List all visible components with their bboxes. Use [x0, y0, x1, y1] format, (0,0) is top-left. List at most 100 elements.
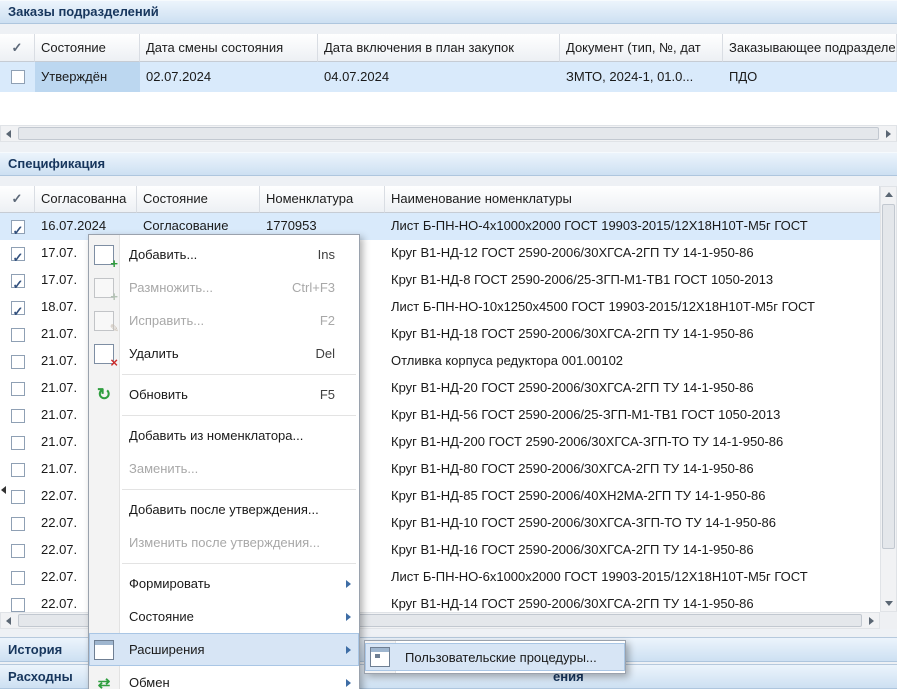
menu-item-добавить-после-утверждения-[interactable]: Добавить после утверждения... [89, 493, 359, 526]
scroll-right-icon[interactable] [881, 126, 896, 141]
history-pane-title: История [8, 642, 62, 657]
submenu-arrow-icon [346, 646, 351, 654]
submenu-arrow-icon [346, 613, 351, 621]
orders-row-checkbox[interactable] [11, 70, 25, 84]
row-checkbox[interactable] [11, 355, 25, 369]
scrollbar-thumb[interactable] [18, 127, 879, 140]
row-checkbox[interactable] [11, 436, 25, 450]
row-checkbox[interactable] [11, 301, 25, 315]
row-checkbox[interactable] [11, 328, 25, 342]
orders-column-document[interactable]: Документ (тип, №, дат [560, 34, 723, 62]
context-menu: Добавить... Ins Размножить... Ctrl+F3 Ис… [88, 234, 360, 689]
submenu-arrow-icon [346, 580, 351, 588]
row-checkbox-cell [0, 537, 35, 564]
cell-name: Круг В1-НД-12 ГОСТ 2590-2006/30ХГСА-2ГП … [385, 240, 880, 267]
menu-item-добавить-из-номенклатора-[interactable]: Добавить из номенклатора... [89, 419, 359, 452]
orders-cell-department: ПДО [723, 62, 897, 92]
scrollbar-thumb[interactable] [882, 204, 895, 549]
scroll-down-icon[interactable] [881, 596, 896, 611]
orders-cell-plan-date: 04.07.2024 [318, 62, 560, 92]
orders-cell-state: Утверждён [35, 62, 140, 92]
menu-separator [122, 415, 356, 416]
menu-separator [122, 563, 356, 564]
delete-document-icon [94, 344, 114, 364]
check-column-icon: ✓ [12, 191, 23, 206]
scroll-left-icon[interactable] [1, 126, 16, 141]
row-checkbox[interactable] [11, 490, 25, 504]
orders-cell-document: ЗМТО, 2024-1, 01.0... [560, 62, 723, 92]
row-checkbox[interactable] [11, 274, 25, 288]
menu-item-добавить-[interactable]: Добавить... Ins [89, 238, 359, 271]
cell-name: Лист Б-ПН-НО-6х1000х2000 ГОСТ 19903-2015… [385, 564, 880, 591]
cell-name: Круг В1-НД-14 ГОСТ 2590-2006/30ХГСА-2ГП … [385, 591, 880, 612]
orders-column-plan-date[interactable]: Дата включения в план закупок [318, 34, 560, 62]
cell-name: Круг В1-НД-10 ГОСТ 2590-2006/30ХГСА-ЗГП-… [385, 510, 880, 537]
scrollbar-corner [880, 612, 897, 629]
cell-name: Круг В1-НД-85 ГОСТ 2590-2006/40ХН2МА-2ГП… [385, 483, 880, 510]
cell-name: Круг В1-НД-18 ГОСТ 2590-2006/30ХГСА-2ГП … [385, 321, 880, 348]
spec-vertical-scrollbar[interactable] [880, 186, 897, 612]
row-checkbox-cell [0, 348, 35, 375]
row-checkbox-cell [0, 267, 35, 294]
orders-table-header: ✓ Состояние Дата смены состояния Дата вк… [0, 34, 897, 62]
menu-item-изменить-после-утверждения-: Изменить после утверждения... [89, 526, 359, 559]
orders-column-department[interactable]: Заказывающее подразделе [723, 34, 897, 62]
scroll-right-icon[interactable] [864, 613, 879, 628]
row-checkbox[interactable] [11, 463, 25, 477]
row-checkbox[interactable] [11, 382, 25, 396]
row-checkbox-cell [0, 213, 35, 240]
app-window: Заказы подразделений ✓ Состояние Дата см… [0, 0, 897, 689]
menu-item-обмен[interactable]: Обмен [89, 666, 359, 689]
menu-item-состояние[interactable]: Состояние [89, 600, 359, 633]
spec-column-name[interactable]: Наименование номенклатуры [385, 186, 880, 213]
row-checkbox-cell [0, 402, 35, 429]
orders-pane-title: Заказы подразделений [8, 4, 159, 19]
extensions-icon [94, 640, 114, 660]
orders-table-row[interactable]: Утверждён 02.07.2024 04.07.2024 ЗМТО, 20… [0, 62, 897, 92]
row-checkbox-cell [0, 510, 35, 537]
menu-item-user-procedures[interactable]: Пользовательские процедуры... [365, 643, 625, 671]
row-checkbox[interactable] [11, 409, 25, 423]
orders-cell-state-change-date: 02.07.2024 [140, 62, 318, 92]
cell-name: Лист Б-ПН-НО-10х1250х4500 ГОСТ 19903-201… [385, 294, 880, 321]
duplicate-document-icon [94, 278, 114, 298]
orders-select-column-header[interactable]: ✓ [0, 34, 35, 62]
row-checkbox[interactable] [11, 571, 25, 585]
cell-name: Круг В1-НД-16 ГОСТ 2590-2006/30ХГСА-2ГП … [385, 537, 880, 564]
row-checkbox-cell [0, 375, 35, 402]
cell-name: Круг В1-НД-200 ГОСТ 2590-2006/30ХГСА-ЗГП… [385, 429, 880, 456]
cell-name: Круг В1-НД-20 ГОСТ 2590-2006/30ХГСА-2ГП … [385, 375, 880, 402]
spec-select-column-header[interactable]: ✓ [0, 186, 35, 213]
spec-column-state[interactable]: Состояние [137, 186, 260, 213]
row-checkbox[interactable] [11, 220, 25, 234]
row-checkbox[interactable] [11, 598, 25, 612]
spec-pane-title: Спецификация [8, 156, 105, 171]
menu-separator [122, 374, 356, 375]
orders-pane-caption: Заказы подразделений [0, 0, 897, 24]
orders-column-state[interactable]: Состояние [35, 34, 140, 62]
spec-table-header: ✓ Согласованна Состояние Номенклатура На… [0, 186, 880, 213]
orders-column-state-change-date[interactable]: Дата смены состояния [140, 34, 318, 62]
scroll-left-icon[interactable] [1, 613, 16, 628]
refresh-icon [94, 385, 114, 405]
cell-name: Отливка корпуса редуктора 001.00102 [385, 348, 880, 375]
menu-item-удалить[interactable]: Удалить Del [89, 337, 359, 370]
menu-item-формировать[interactable]: Формировать [89, 567, 359, 600]
spec-column-nomenclature[interactable]: Номенклатура [260, 186, 385, 213]
row-checkbox[interactable] [11, 517, 25, 531]
spec-column-agreed-date[interactable]: Согласованна [35, 186, 137, 213]
row-checkbox[interactable] [11, 544, 25, 558]
splitter-collapse-arrow[interactable] [1, 483, 9, 497]
menu-item-обновить[interactable]: Обновить F5 [89, 378, 359, 411]
orders-row-checkbox-cell [0, 62, 35, 92]
orders-horizontal-scrollbar[interactable] [0, 125, 897, 142]
scroll-up-icon[interactable] [881, 187, 896, 202]
menu-separator [122, 489, 356, 490]
row-checkbox-cell [0, 294, 35, 321]
check-column-icon: ✓ [12, 40, 23, 55]
menu-item-размножить-: Размножить... Ctrl+F3 [89, 271, 359, 304]
submenu-arrow-icon [346, 679, 351, 687]
menu-item-расширения[interactable]: Расширения [89, 633, 359, 666]
row-checkbox[interactable] [11, 247, 25, 261]
edit-document-icon [94, 311, 114, 331]
